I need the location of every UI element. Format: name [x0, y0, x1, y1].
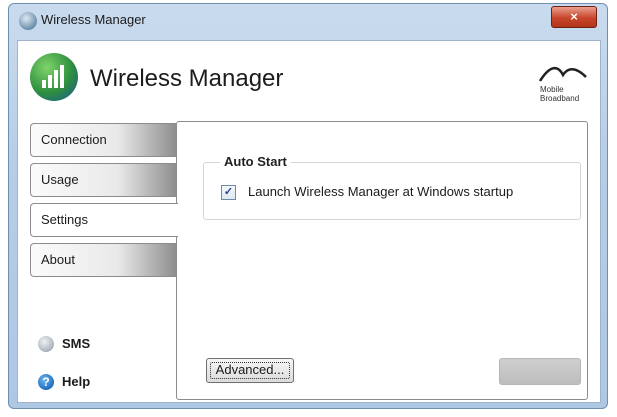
help-label: Help [62, 374, 91, 389]
close-button[interactable]: × [551, 6, 597, 28]
auto-start-group: Auto Start ✓ Launch Wireless Manager at … [203, 154, 581, 220]
client-area: Wireless Manager Mobile Broadband Connec… [17, 40, 601, 403]
signal-bar [60, 65, 64, 88]
advanced-button[interactable]: Advanced... [206, 358, 294, 383]
focus-rectangle [210, 362, 290, 379]
brand-text-line2: Broadband [540, 94, 580, 103]
app-small-icon [19, 12, 37, 30]
signal-bar [48, 75, 52, 88]
launch-at-startup-label[interactable]: Launch Wireless Manager at Windows start… [248, 184, 513, 199]
tab-usage[interactable]: Usage [30, 163, 176, 197]
signal-bar [54, 70, 58, 88]
window-title: Wireless Manager [41, 12, 146, 27]
tab-about[interactable]: About [30, 243, 176, 277]
disabled-button [499, 358, 581, 385]
tab-connection[interactable]: Connection [30, 123, 176, 157]
signal-bar [42, 80, 46, 88]
settings-panel: Auto Start ✓ Launch Wireless Manager at … [176, 121, 588, 400]
launch-at-startup-checkbox[interactable]: ✓ [221, 185, 236, 200]
mobile-broadband-logo: Mobile Broadband [536, 63, 592, 113]
help-icon: ? [38, 374, 54, 390]
sms-icon [38, 336, 54, 352]
title-bar[interactable]: Wireless Manager × [9, 4, 607, 36]
app-window: Wireless Manager × Wireless Manager Mobi… [8, 3, 608, 409]
broadband-arc-icon [538, 67, 587, 82]
signal-bars-icon [30, 53, 78, 101]
auto-start-title: Auto Start [220, 154, 291, 169]
tab-settings[interactable]: Settings [30, 203, 178, 237]
sms-label: SMS [62, 336, 91, 351]
app-title: Wireless Manager [90, 65, 284, 92]
brand-text-line1: Mobile [540, 85, 564, 94]
